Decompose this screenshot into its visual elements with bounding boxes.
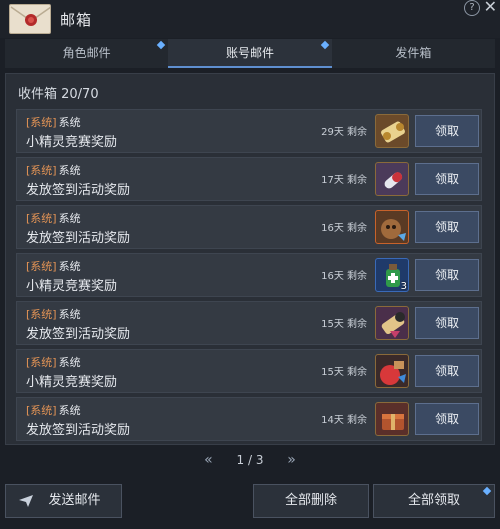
mail-row[interactable]: [系统] 系统 发放签到活动奖励 14天 剩余 领取 [16,397,482,441]
mail-days-left: 17天 剩余 [321,175,367,186]
mail-days-left: 16天 剩余 [321,271,367,282]
tab-label: 角色邮件 [62,46,111,60]
mail-row[interactable]: [系统] 系统 发放签到活动奖励 15天 剩余 领取 [16,301,482,345]
window-title: 邮箱 [60,11,93,29]
envelope-icon [9,4,51,34]
mail-days-left: 16天 剩余 [321,223,367,234]
mail-tag: [系统] [26,116,57,129]
claim-button[interactable]: 领取 [415,259,479,291]
new-indicator-icon [320,40,329,50]
tab-account-mail[interactable]: 账号邮件 [168,39,332,68]
mail-subject: 发放签到活动奖励 [26,231,131,246]
pagination: « 1 / 3 » [0,452,500,470]
claim-button[interactable]: 领取 [415,403,479,435]
squirrel-pet-icon[interactable] [375,210,409,244]
mail-subject: 小精灵竞赛奖励 [26,135,118,150]
claim-all-button[interactable]: 全部领取 [373,484,495,518]
new-indicator-icon [157,40,166,50]
chest-icon[interactable] [375,402,409,436]
mail-list-panel: 收件箱 20/70 [系统] 系统 小精灵竞赛奖励 29天 剩余 领取 [系统] 系… [5,73,495,445]
tab-label: 账号邮件 [225,46,274,60]
claim-button[interactable]: 领取 [415,211,479,243]
scroll-icon[interactable] [375,114,409,148]
mail-days-left: 14天 剩余 [321,415,367,426]
title-bar: 邮箱 ? ✕ [0,0,500,38]
mail-days-left: 29天 剩余 [321,127,367,138]
claim-button[interactable]: 领取 [415,307,479,339]
delete-all-button[interactable]: 全部删除 [253,484,369,518]
mail-sender: 系统 [58,116,81,129]
claim-all-label: 全部领取 [407,493,460,508]
claim-button[interactable]: 领取 [415,115,479,147]
mail-row[interactable]: [系统] 系统 小精灵竞赛奖励 15天 剩余 领取 [16,349,482,393]
mail-sender: 系统 [58,308,81,321]
tab-outbox[interactable]: 发件箱 [331,39,495,68]
paper-plane-icon [19,495,33,507]
mail-sender: 系统 [58,356,81,369]
tab-label: 发件箱 [395,46,432,60]
mail-days-left: 15天 剩余 [321,319,367,330]
mail-row[interactable]: [系统] 系统 小精灵竞赛奖励 16天 剩余 3 领取 [16,253,482,297]
mail-subject: 发放签到活动奖励 [26,423,131,438]
tab-character-mail[interactable]: 角色邮件 [5,39,169,68]
mail-subject: 发放签到活动奖励 [26,327,131,342]
potion-icon[interactable]: 3 [375,258,409,292]
claim-button[interactable]: 领取 [415,355,479,387]
mail-tag: [系统] [26,164,57,177]
mail-sender: 系统 [58,404,81,417]
new-indicator-icon [482,486,492,496]
page-indicator: 1 / 3 [236,453,264,467]
mail-sender: 系统 [58,164,81,177]
mail-row[interactable]: [系统] 系统 小精灵竞赛奖励 29天 剩余 领取 [16,109,482,153]
mail-row[interactable]: [系统] 系统 发放签到活动奖励 16天 剩余 领取 [16,205,482,249]
mail-sender: 系统 [58,212,81,225]
send-mail-button[interactable]: 发送邮件 [5,484,122,518]
mail-subject: 小精灵竞赛奖励 [26,279,118,294]
next-page-icon[interactable]: » [287,452,296,468]
send-mail-label: 发送邮件 [48,493,101,508]
mail-subject: 小精灵竞赛奖励 [26,375,118,390]
item-quantity: 3 [400,281,407,292]
mail-days-left: 15天 剩余 [321,367,367,378]
help-icon[interactable]: ? [464,0,480,16]
mail-subject: 发放签到活动奖励 [26,183,131,198]
mail-tag: [系统] [26,404,57,417]
mail-tag: [系统] [26,308,57,321]
close-icon[interactable]: ✕ [484,0,497,16]
mail-row[interactable]: [系统] 系统 发放签到活动奖励 17天 剩余 领取 [16,157,482,201]
mail-sender: 系统 [58,260,81,273]
mail-tag: [系统] [26,260,57,273]
mail-tabs: 角色邮件 账号邮件 发件箱 [5,39,495,68]
mail-tag: [系统] [26,356,57,369]
claim-button[interactable]: 领取 [415,163,479,195]
scroll-icon[interactable] [375,306,409,340]
capsule-icon[interactable] [375,162,409,196]
mail-tag: [系统] [26,212,57,225]
inbox-count: 收件箱 20/70 [18,87,99,102]
pouch-icon[interactable] [375,354,409,388]
prev-page-icon[interactable]: « [204,452,213,468]
